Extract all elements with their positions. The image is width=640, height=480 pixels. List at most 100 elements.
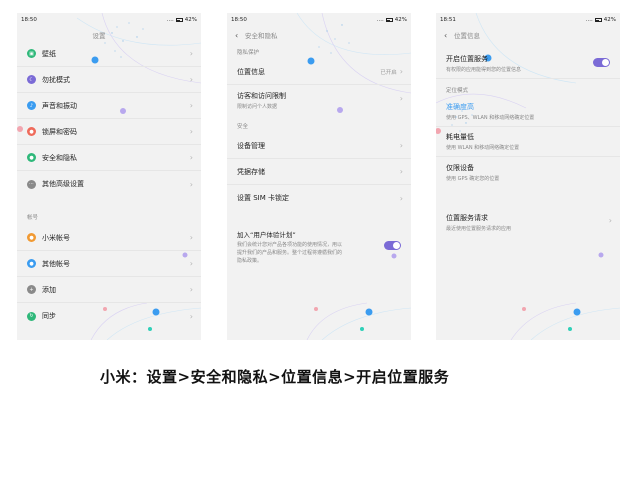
wallpaper-icon: ▣	[27, 49, 36, 58]
settings-item-sound[interactable]: ♪ 声音和振动 ›	[17, 93, 201, 119]
user-icon: ●	[27, 259, 36, 268]
visitor-restriction-desc: 限制访问个人数据	[237, 103, 278, 110]
battery-level: 42%	[184, 17, 197, 23]
settings-item-label: 添加	[42, 285, 56, 294]
chevron-right-icon: ›	[189, 259, 193, 268]
settings-item-add[interactable]: + 添加 ›	[17, 277, 201, 303]
page-title: 设置	[92, 32, 106, 40]
screen-security-privacy: 18:50 .... 42% ‹ 安全和隐私 隐私保护 位置信息 已开启 › 访…	[227, 13, 411, 340]
screen-settings: 18:50 .... 42% 设置 ▣ 壁纸 › ☾ 勿扰模式 › ♪ 声音和振…	[17, 13, 201, 340]
location-requests-item[interactable]: 位置服务请求 最近使用位置服务请求的应用 ›	[436, 207, 620, 237]
mode-label: 准确度高	[446, 103, 474, 111]
settings-item-wallpaper[interactable]: ▣ 壁纸 ›	[17, 41, 201, 67]
caption: 小米：设置>安全和隐私>位置信息>开启位置服务	[100, 368, 450, 386]
mode-desc: 使用 WLAN 和移动网络确定位置	[446, 145, 520, 151]
location-status: 已开启	[380, 69, 397, 76]
enable-location-desc: 有权限的应用能得到您的位置信息	[446, 67, 522, 73]
sync-icon: ↻	[27, 311, 36, 321]
mode-battery-saving[interactable]: 耗电量低 使用 WLAN 和移动网络确定位置	[436, 127, 620, 157]
battery-level: 42%	[394, 17, 407, 23]
settings-item-label: 同步	[42, 312, 56, 320]
security-list: 隐私保护 位置信息 已开启 › 访客和访问限制 限制访问个人数据 › 安全 设备…	[227, 45, 411, 264]
settings-item-sync[interactable]: ↻ 同步 ›	[17, 303, 201, 329]
mode-label: 耗电量低	[446, 133, 474, 141]
credential-storage-item[interactable]: 凭据存储 ›	[227, 159, 411, 185]
chevron-right-icon: ›	[189, 127, 193, 136]
back-arrow-icon[interactable]: ‹	[235, 31, 245, 40]
page-title: 安全和隐私	[245, 32, 278, 40]
section-header-privacy: 隐私保护	[237, 50, 260, 56]
sound-icon: ♪	[27, 101, 36, 110]
device-admin-label: 设备管理	[237, 141, 265, 150]
settings-item-label: 安全和隐私	[42, 153, 77, 162]
title-bar: ‹ 安全和隐私	[227, 29, 411, 41]
settings-item-label: 其他帐号	[42, 259, 70, 268]
status-time: 18:50	[21, 17, 37, 23]
sim-lock-label: 设置 SIM 卡锁定	[237, 194, 289, 202]
location-requests-desc: 最近使用位置服务请求的应用	[446, 225, 512, 232]
settings-item-other-account[interactable]: ● 其他帐号 ›	[17, 251, 201, 277]
signal-icon: ....	[376, 17, 384, 23]
mode-desc: 使用 GPS、WLAN 和移动网络确定位置	[446, 115, 535, 121]
chevron-right-icon: ›	[189, 311, 193, 321]
settings-item-label: 小米帐号	[42, 233, 70, 242]
more-icon: ⋯	[27, 179, 36, 189]
section-header-mode: 定位模式	[446, 88, 469, 94]
ux-program-desc-line-1: 我们会统计您对产品各项功能的使用情况，用以	[237, 242, 343, 248]
chevron-right-icon: ›	[189, 233, 193, 242]
settings-item-lock[interactable]: ● 锁屏和密码 ›	[17, 119, 201, 145]
sim-lock-item[interactable]: 设置 SIM 卡锁定 ›	[227, 185, 411, 211]
battery-icon	[385, 18, 393, 22]
location-list: 开启位置服务 有权限的应用能得到您的位置信息 定位模式 准确度高 使用 GPS、…	[436, 49, 620, 237]
chevron-right-icon: ›	[399, 167, 403, 176]
chevron-right-icon: ›	[189, 101, 193, 110]
status-bar: 18:51 .... 42%	[436, 13, 620, 27]
chevron-right-icon: ›	[399, 141, 403, 150]
mode-desc: 使用 GPS 确定您的位置	[446, 175, 500, 182]
status-time: 18:51	[440, 17, 456, 23]
chevron-right-icon: ›	[189, 179, 193, 189]
settings-item-mi-account[interactable]: ● 小米帐号 ›	[17, 225, 201, 251]
chevron-right-icon: ›	[189, 75, 193, 84]
mode-high-accuracy[interactable]: 准确度高 使用 GPS、WLAN 和移动网络确定位置	[436, 97, 620, 127]
ux-program-desc-line-3: 隐私政策。	[237, 258, 263, 264]
settings-item-label: 锁屏和密码	[42, 127, 77, 136]
visitor-restriction-label: 访客和访问限制	[237, 91, 286, 100]
status-bar: 18:50 .... 42%	[227, 13, 411, 27]
chevron-right-icon: ›	[399, 193, 403, 203]
chevron-right-icon: ›	[608, 216, 612, 225]
mode-device-only[interactable]: 仅限设备 使用 GPS 确定您的位置	[436, 157, 620, 187]
enable-location-item[interactable]: 开启位置服务 有权限的应用能得到您的位置信息	[436, 49, 620, 79]
signal-icon: ....	[585, 17, 593, 23]
location-item[interactable]: 位置信息 已开启 ›	[227, 59, 411, 85]
credential-storage-label: 凭据存储	[237, 167, 265, 176]
page-title: 位置信息	[454, 32, 480, 40]
chevron-right-icon: ›	[399, 94, 403, 103]
mode-label: 仅限设备	[446, 163, 474, 172]
ux-program-toggle[interactable]	[384, 241, 401, 250]
settings-item-security[interactable]: ● 安全和隐私 ›	[17, 145, 201, 171]
section-header-account: 帐号	[27, 215, 39, 221]
settings-item-label: 其他高级设置	[42, 180, 84, 188]
shield-icon: ●	[27, 153, 36, 162]
device-admin-item[interactable]: 设备管理 ›	[227, 133, 411, 159]
enable-location-label: 开启位置服务	[446, 55, 488, 63]
ux-program-label: 加入“用户体验计划”	[237, 231, 296, 239]
status-time: 18:50	[231, 17, 247, 23]
settings-item-advanced[interactable]: ⋯ 其他高级设置 ›	[17, 171, 201, 197]
title-bar: ‹ 位置信息	[436, 29, 620, 41]
mi-account-icon: ●	[27, 233, 36, 242]
ux-program-item[interactable]: 加入“用户体验计划” 我们会统计您对产品各项功能的使用情况，用以 提升我们的产品…	[227, 229, 411, 264]
add-icon: +	[27, 285, 36, 294]
battery-icon	[175, 18, 183, 22]
visitor-restriction-item[interactable]: 访客和访问限制 限制访问个人数据 ›	[227, 85, 411, 115]
settings-item-dnd[interactable]: ☾ 勿扰模式 ›	[17, 67, 201, 93]
back-arrow-icon[interactable]: ‹	[444, 31, 454, 40]
battery-icon	[594, 18, 602, 22]
settings-item-label: 声音和振动	[42, 101, 77, 110]
settings-item-label: 壁纸	[42, 49, 56, 58]
chevron-right-icon: ›	[189, 285, 193, 294]
location-requests-label: 位置服务请求	[446, 213, 488, 222]
ux-program-desc-line-2: 提升我们的产品和服务。整个过程将遵循我们的	[237, 250, 343, 256]
enable-location-toggle[interactable]	[593, 58, 610, 67]
